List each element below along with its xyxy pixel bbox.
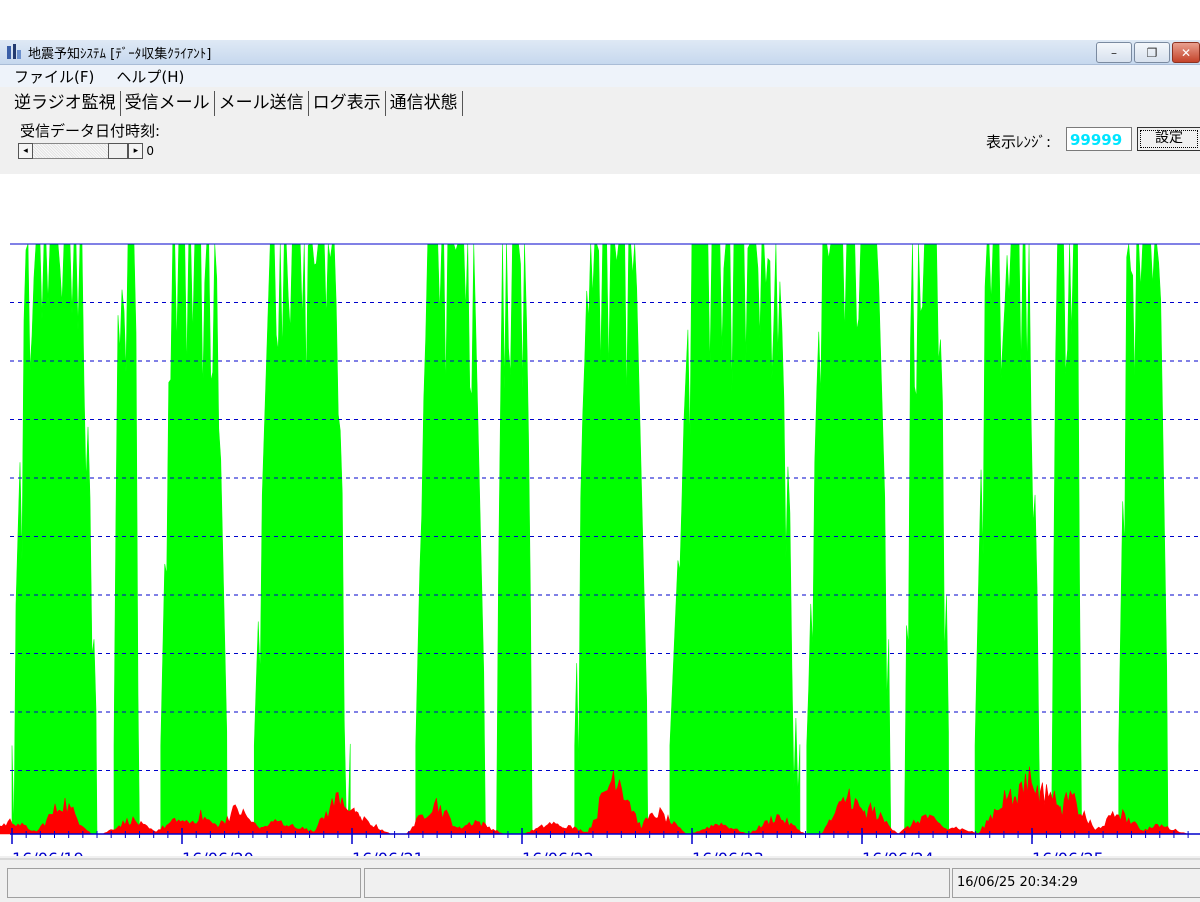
green-series-segment <box>974 243 1041 835</box>
scroll-track[interactable] <box>33 143 108 159</box>
date-scrollbar[interactable]: ◂ ▸ 0 <box>18 143 154 159</box>
display-range-input[interactable] <box>1066 127 1132 151</box>
tab-log-view[interactable]: ログ表示 <box>309 91 386 116</box>
green-series-segment <box>496 243 533 835</box>
green-series-segment <box>669 243 801 835</box>
menu-help[interactable]: ヘルプ(H) <box>102 66 192 87</box>
menu-bar: ファイル(F) ヘルプ(H) <box>0 65 1200 87</box>
green-series-segment <box>904 243 950 835</box>
green-series-segment <box>160 243 228 835</box>
green-series-segment <box>806 243 893 835</box>
restore-button[interactable]: ❐ <box>1134 42 1170 63</box>
x-tick-label: 16/06/19 <box>12 849 84 856</box>
green-series-segment <box>11 243 98 835</box>
status-datetime: 16/06/25 20:34:29 <box>952 868 1200 898</box>
close-button[interactable]: ✕ <box>1172 42 1200 63</box>
x-tick-label: 16/06/24 <box>862 849 934 856</box>
window-title: 地震予知ｼｽﾃﾑ [ﾃﾞｰﾀ収集ｸﾗｲｱﾝﾄ] <box>28 46 212 62</box>
x-tick-label: 16/06/20 <box>182 849 254 856</box>
tab-bar: 逆ラジオ監視 受信メール メール送信 ログ表示 通信状態 <box>8 90 463 116</box>
x-tick-label: 16/06/21 <box>352 849 424 856</box>
green-series-segment <box>574 243 649 835</box>
tab-comm-status[interactable]: 通信状態 <box>386 91 463 116</box>
tab-send-mail[interactable]: メール送信 <box>215 91 309 116</box>
recv-date-label: 受信データ日付時刻: <box>20 122 161 140</box>
scroll-thumb[interactable] <box>107 143 129 159</box>
scroll-right-arrow-icon[interactable]: ▸ <box>128 143 144 159</box>
set-button[interactable]: 設定 <box>1137 127 1200 151</box>
app-icon <box>6 44 22 60</box>
green-series-segment <box>113 243 140 835</box>
green-series-segment <box>1118 243 1169 835</box>
tab-reverse-radio-monitor[interactable]: 逆ラジオ監視 <box>8 91 121 116</box>
green-series-segment <box>253 243 351 835</box>
controls-panel: 受信データ日付時刻: ◂ ▸ 0 表示ﾚﾝｼﾞ: 設定 <box>0 118 1200 174</box>
scroll-left-arrow-icon[interactable]: ◂ <box>18 143 34 159</box>
x-tick-label: 16/06/23 <box>692 849 764 856</box>
minimize-button[interactable]: – <box>1096 42 1132 63</box>
status-pane-1 <box>7 868 361 898</box>
status-bar: 16/06/25 20:34:29 <box>0 858 1200 902</box>
display-range-label: 表示ﾚﾝｼﾞ: <box>986 133 1052 151</box>
app-window: 地震予知ｼｽﾃﾑ [ﾃﾞｰﾀ収集ｸﾗｲｱﾝﾄ] – ❐ ✕ ファイル(F) ヘル… <box>0 40 1200 902</box>
title-bar[interactable]: 地震予知ｼｽﾃﾑ [ﾃﾞｰﾀ収集ｸﾗｲｱﾝﾄ] – ❐ ✕ <box>0 40 1200 65</box>
green-series-segment <box>1051 243 1084 835</box>
tab-received-mail[interactable]: 受信メール <box>121 91 215 116</box>
menu-file[interactable]: ファイル(F) <box>0 66 102 87</box>
signal-chart: 16/06/19 16/06/20 16/06/21 16/06/22 16/06/23… <box>0 243 1200 856</box>
scroll-value: 0 <box>146 144 155 158</box>
x-tick-label: 16/06/25 <box>1032 849 1104 856</box>
x-tick-label: 16/06/22 <box>522 849 594 856</box>
status-pane-2 <box>364 868 950 898</box>
signal-chart-area: 16/06/19 16/06/20 16/06/21 16/06/22 16/06/23… <box>0 174 1200 856</box>
green-series-segment <box>415 243 486 835</box>
